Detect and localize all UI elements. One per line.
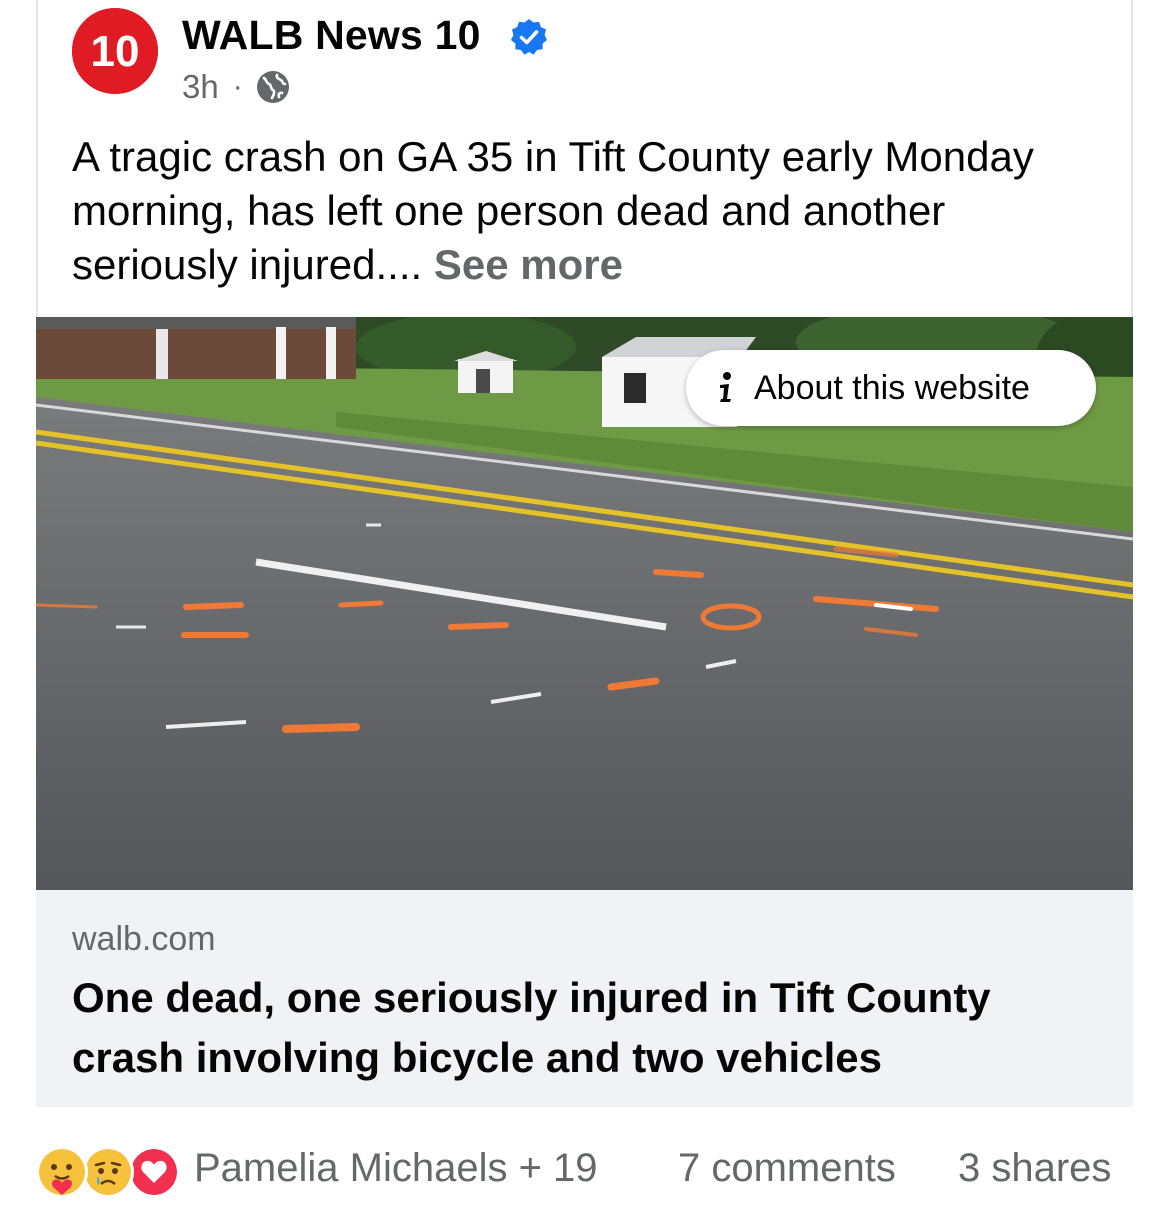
about-this-website-button[interactable]: About this website <box>686 350 1096 426</box>
reaction-summary[interactable] <box>36 1142 184 1198</box>
engagement-bar: Pamelia Michaels + 19 7 comments 3 share… <box>36 1138 1133 1198</box>
link-domain: walb.com <box>72 920 216 958</box>
link-headline[interactable]: One dead, one seriously injured in Tift … <box>72 968 1092 1088</box>
link-preview[interactable]: walb.com One dead, one seriously injured… <box>36 890 1133 1107</box>
comments-count[interactable]: 7 comments <box>678 1146 896 1191</box>
shares-count[interactable]: 3 shares <box>958 1146 1111 1191</box>
see-more-link[interactable]: See more <box>434 241 623 288</box>
post-timestamp[interactable]: 3h <box>182 68 219 106</box>
love-icon <box>128 1146 180 1198</box>
verified-badge-icon <box>511 19 547 55</box>
reactors-text[interactable]: Pamelia Michaels + 19 <box>194 1146 598 1191</box>
meta-separator: · <box>232 70 243 103</box>
page-avatar[interactable]: 10 <box>72 8 158 94</box>
globe-icon <box>256 71 289 103</box>
page-name[interactable]: WALB News 10 <box>182 12 481 59</box>
post-meta: 3h · <box>182 68 291 106</box>
walb-logo-icon: 10 <box>72 8 158 94</box>
info-icon <box>720 372 731 402</box>
sad-icon <box>82 1146 134 1198</box>
about-this-website-label: About this website <box>754 368 1030 407</box>
care-icon <box>36 1146 88 1198</box>
svg-text:10: 10 <box>91 27 140 76</box>
post-caption: A tragic crash on GA 35 in Tift County e… <box>72 130 1092 292</box>
